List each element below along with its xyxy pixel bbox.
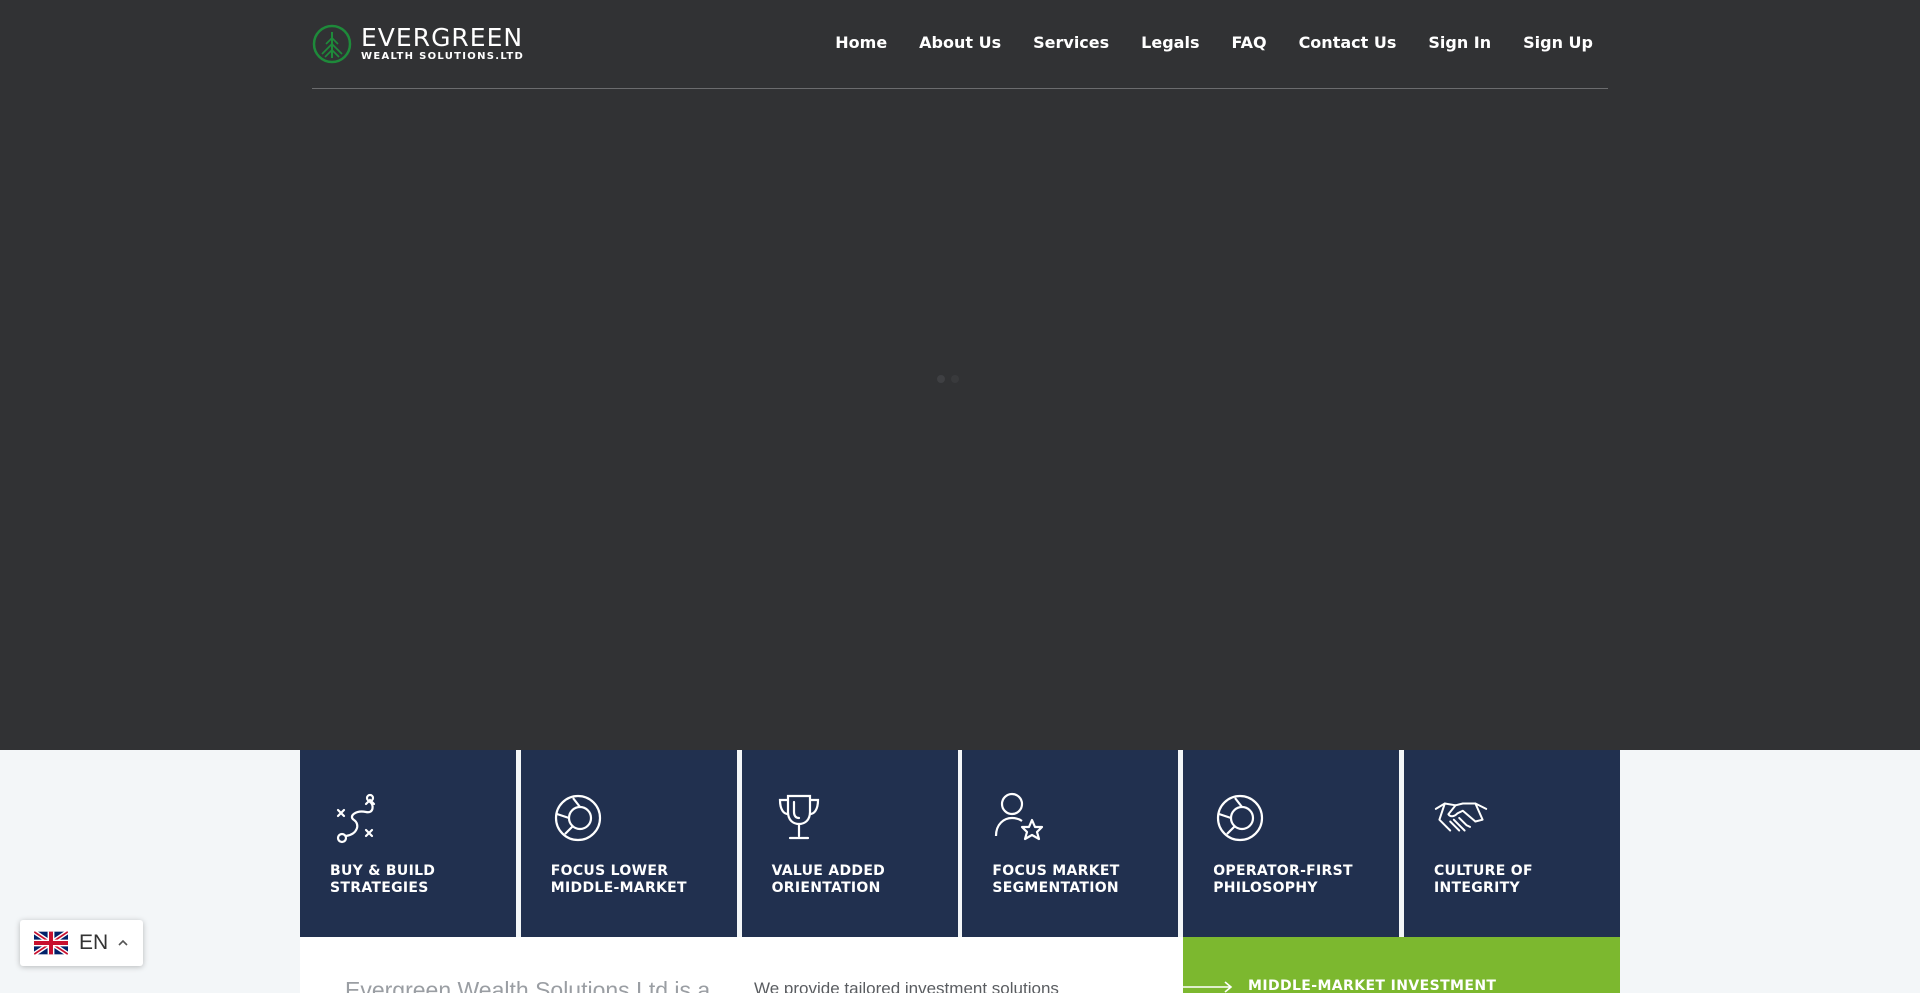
arrow-right-icon [1183,981,1233,993]
pie-chart-icon [1217,794,1264,842]
nav-services[interactable]: Services [1033,31,1109,55]
strategy-icon [336,793,376,844]
header: EVERGREEN WEALTH SOLUTIONS.LTD Home Abou… [312,0,1608,89]
main-nav: Home About Us Services Legals FAQ Contac… [803,31,1593,55]
pie-chart-icon [554,794,601,842]
nav-about-us[interactable]: About Us [919,31,1001,55]
tree-logo-icon [312,24,352,64]
feature-label: CULTURE OF INTEGRITY [1433,863,1533,896]
brand-name: EVERGREEN [361,23,524,52]
loading-spinner [937,371,961,385]
middle-market-cta[interactable]: MIDDLE-MARKET INVESTMENT [1183,937,1620,993]
hero-section: EVERGREEN WEALTH SOLUTIONS.LTD Home Abou… [0,0,1920,750]
nav-legals[interactable]: Legals [1141,31,1199,55]
feature-label: FOCUS MARKET SEGMENTATION [992,863,1120,896]
feature-label: OPERATOR-FIRST PHILOSOPHY [1213,863,1353,896]
feature-label: FOCUS LOWER MIDDLE-MARKET [550,863,687,896]
user-star-icon [995,792,1044,841]
language-switcher[interactable]: EN [20,920,143,966]
nav-sign-up[interactable]: Sign Up [1523,31,1593,55]
feature-tile[interactable]: FOCUS LOWER MIDDLE-MARKET [520,750,737,937]
intro-section: Evergreen Wealth Solutions Ltd is a We p… [300,937,1183,993]
feature-tile[interactable]: VALUE ADDED ORIENTATION [741,750,958,937]
chevron-up-icon [118,939,128,946]
handshake-icon [1434,802,1488,832]
feature-tile[interactable]: CULTURE OF INTEGRITY [1403,750,1620,937]
feature-tile[interactable]: FOCUS MARKET SEGMENTATION [962,750,1179,937]
feature-label: VALUE ADDED ORIENTATION [771,863,886,896]
feature-tiles: BUY & BUILD STRATEGIES FOCUS LOWER MIDDL… [300,750,1620,937]
feature-label: BUY & BUILD STRATEGIES [330,863,436,896]
brand-subtitle: WEALTH SOLUTIONS.LTD [361,51,525,62]
nav-home[interactable]: Home [835,31,887,55]
cta-label: MIDDLE-MARKET INVESTMENT [1248,978,1497,993]
nav-faq[interactable]: FAQ [1231,31,1266,55]
brand-logo[interactable]: EVERGREEN WEALTH SOLUTIONS.LTD [312,22,524,66]
intro-lead-text: Evergreen Wealth Solutions Ltd is a [345,977,711,993]
nav-sign-in[interactable]: Sign In [1428,31,1491,55]
intro-body-text: We provide tailored investment solutions [754,979,1059,993]
feature-tile[interactable]: BUY & BUILD STRATEGIES [300,750,516,937]
nav-contact-us[interactable]: Contact Us [1299,31,1397,55]
uk-flag-icon [34,930,68,956]
feature-tile[interactable]: OPERATOR-FIRST PHILOSOPHY [1183,750,1400,937]
language-code: EN [79,931,109,954]
trophy-icon [778,794,819,840]
